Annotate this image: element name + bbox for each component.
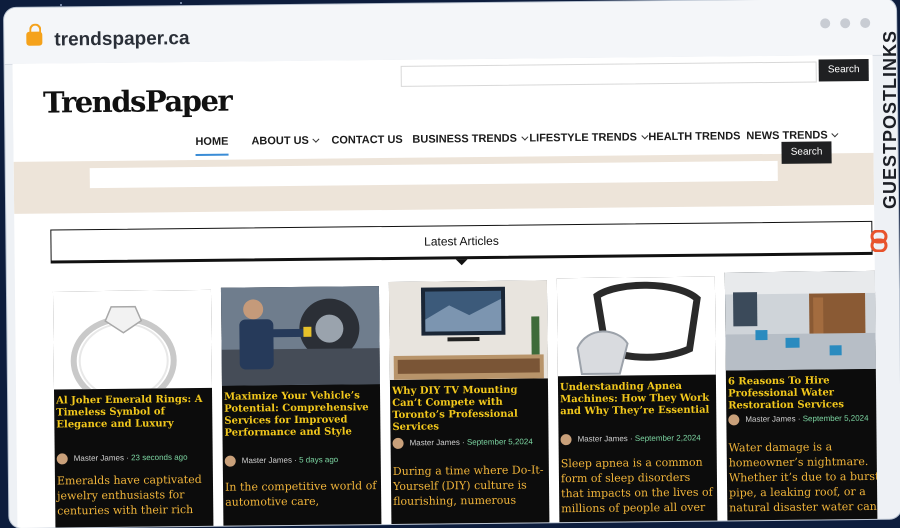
nav-item-contact-us[interactable]: CONTACT US [331,134,402,147]
article-date: September 5,2024 [466,437,533,447]
avatar [56,453,68,465]
avatar [392,437,404,449]
web-page: TrendsPaper Search HOME ABOUT US CONTACT… [12,54,878,528]
window-dot-icon[interactable] [840,18,851,29]
article-meta: Master James · 23 seconds ago [56,452,188,465]
article-excerpt: Water damage is a homeowner’s nightmare.… [728,440,878,515]
chevron-down-icon [831,130,839,138]
address-bar-url[interactable]: trendspaper.ca [54,28,189,51]
chevron-down-icon [520,133,528,141]
article-title[interactable]: Why DIY TV Mounting Can’t Compete with T… [392,384,544,434]
avatar [728,414,740,426]
article-author[interactable]: Master James [577,434,627,444]
nav-item-news-trends[interactable]: NEWS TRENDS [746,129,839,142]
chevron-down-icon [312,135,320,143]
article-author[interactable]: Master James [242,456,292,466]
article-meta: Master James · 5 days ago [224,455,339,467]
article-card[interactable]: Maximize Your Vehicle’s Potential: Compr… [220,286,382,528]
chevron-down-icon [640,132,648,140]
latest-articles-heading: Latest Articles [50,220,873,264]
article-author[interactable]: Master James [74,453,124,463]
article-card[interactable]: Understanding Apnea Machines: How They W… [556,276,718,528]
lock-icon [26,31,43,46]
article-title[interactable]: Understanding Apnea Machines: How They W… [560,381,712,419]
search-banner: Search [13,141,875,214]
nav-item-business-trends[interactable]: BUSINESS TRENDS [412,133,528,146]
banner-search-input[interactable] [89,160,778,189]
header-search-button[interactable]: Search [818,58,869,82]
article-meta: Master James · September 5,2024 [392,436,533,449]
article-card[interactable]: Al Joher Emerald Rings: A Timeless Symbo… [52,289,214,528]
article-excerpt: Sleep apnea is a common form of sleep di… [560,455,713,516]
article-image[interactable] [220,286,380,386]
article-excerpt: During a time where Do-It-Yourself (DIY)… [392,463,544,508]
nav-item-about-us[interactable]: ABOUT US [251,135,320,147]
site-header: TrendsPaper Search [12,54,874,130]
article-author[interactable]: Master James [745,414,795,424]
window-controls [810,15,871,34]
avatar [560,434,572,446]
article-title[interactable]: 6 Reasons To Hire Professional Water Res… [728,375,878,413]
watermark-text: GUESTPOSTLINKS [880,30,900,210]
article-excerpt: In the competitive world of automotive c… [224,479,377,509]
guestpostlinks-watermark: GUESTPOSTLINKS [866,30,900,270]
window-dot-icon[interactable] [860,17,871,29]
article-meta: Master James · September 5,2024 [728,413,869,426]
link-logo-icon [870,230,888,252]
article-author[interactable]: Master James [410,438,460,448]
article-card[interactable]: Why DIY TV Mounting Can’t Compete with T… [388,280,550,528]
header-search-input[interactable] [400,61,817,87]
nav-item-health-trends[interactable]: HEALTH TRENDS [648,130,740,143]
article-image[interactable] [52,289,212,390]
article-title[interactable]: Al Joher Emerald Rings: A Timeless Symbo… [56,394,208,432]
site-logo[interactable]: TrendsPaper [43,84,232,120]
article-date: September 2,2024 [634,433,701,444]
nav-item-lifestyle-trends[interactable]: LIFESTYLE TRENDS [529,131,648,145]
window-dot-icon[interactable] [820,18,831,29]
article-date: 5 days ago [299,455,339,465]
article-meta: Master James · September 2,2024 [560,433,701,446]
article-image[interactable] [724,270,878,371]
article-card[interactable]: 6 Reasons To Hire Professional Water Res… [724,270,878,528]
article-image[interactable] [388,280,548,380]
browser-window: trendspaper.ca TrendsPaper Search HOME A… [4,0,900,528]
article-image[interactable] [556,276,716,377]
article-date: 23 seconds ago [131,452,188,463]
avatar [224,455,236,467]
banner-search-button[interactable]: Search [781,141,832,164]
article-excerpt: Emeralds have captivated jewelry enthusi… [56,472,202,518]
article-date: September 5,2024 [802,413,869,424]
article-title[interactable]: Maximize Your Vehicle’s Potential: Compr… [224,390,376,440]
nav-item-home[interactable]: HOME [195,135,229,157]
